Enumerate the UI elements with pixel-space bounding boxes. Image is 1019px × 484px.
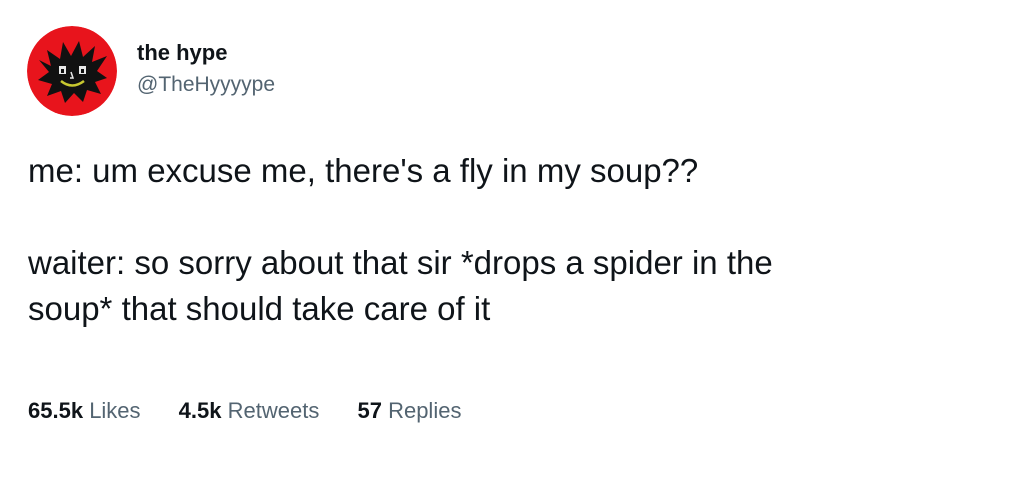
red-demon-face-avatar-icon	[27, 26, 117, 116]
tweet-text-line: soup* that should take care of it	[28, 290, 491, 327]
display-name[interactable]: the hype	[137, 40, 275, 66]
retweets-stat[interactable]: 4.5k Retweets	[179, 396, 320, 426]
tweet-card: the hype @TheHyyyype me: um excuse me, t…	[0, 0, 1019, 484]
likes-label: Likes	[89, 398, 141, 423]
user-handle[interactable]: @TheHyyyype	[137, 72, 275, 98]
tweet-text: me: um excuse me, there's a fly in my so…	[28, 148, 988, 332]
tweet-text-line: me: um excuse me, there's a fly in my so…	[28, 152, 699, 189]
replies-stat[interactable]: 57 Replies	[357, 396, 461, 426]
author-info: the hype @TheHyyyype	[137, 40, 275, 98]
engagement-stats: 65.5k Likes 4.5k Retweets 57 Replies	[28, 396, 493, 426]
tweet-text-line: waiter: so sorry about that sir *drops a…	[28, 244, 773, 281]
replies-count: 57	[357, 398, 382, 423]
replies-label: Replies	[388, 398, 462, 423]
retweets-count: 4.5k	[178, 398, 222, 423]
likes-count: 65.5k	[28, 398, 84, 423]
retweets-label: Retweets	[227, 398, 320, 423]
likes-stat[interactable]: 65.5k Likes	[28, 396, 141, 426]
avatar[interactable]	[27, 26, 117, 116]
